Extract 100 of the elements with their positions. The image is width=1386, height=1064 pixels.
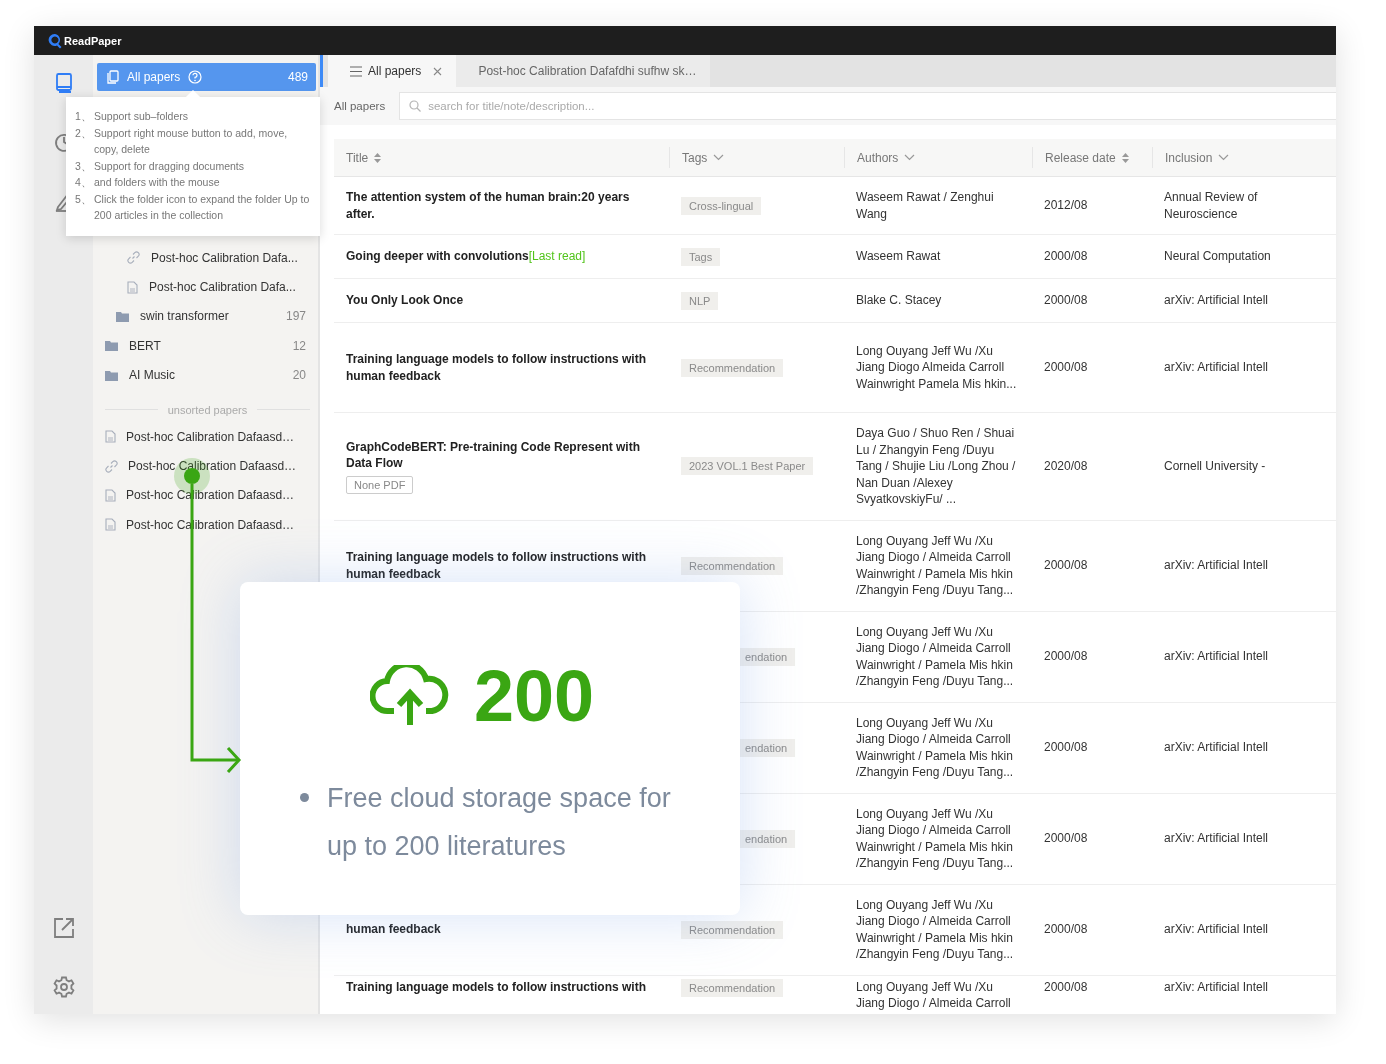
table-cell-text: arXiv: Artificial Intell: [1163, 830, 1270, 848]
table-cell-text: arXiv: Artificial Intell: [1163, 292, 1270, 310]
table-cell-text: 2000/08: [1043, 830, 1089, 848]
column-header[interactable]: Release date: [1032, 147, 1152, 168]
app-name: ReadPaper: [64, 34, 122, 47]
table-cell-text: 2000/08: [1043, 292, 1089, 310]
table-cell-text: Blake C. Stacey: [855, 292, 943, 310]
close-icon[interactable]: [433, 66, 443, 76]
table-cell-text: 2000/08: [1043, 359, 1089, 377]
tag: endation: [737, 829, 796, 848]
tree-item[interactable]: Post-hoc Calibration Dafa...: [119, 243, 314, 273]
document-icon: [105, 430, 116, 444]
table-cell-text: Long Ouyang Jeff Wu /Xu Jiang Diogo / Almeida Carroll Wainwright / Pamela Mis hkin /Zhangyin Feng /Duyu Tang...: [855, 714, 1015, 781]
folder-icon: [105, 369, 118, 381]
menu-icon: [350, 65, 362, 77]
table-cell-text: 2000/08: [1043, 921, 1089, 939]
tag: Recommendation: [681, 358, 784, 377]
column-header[interactable]: Title: [334, 147, 669, 168]
chevron-icon[interactable]: [713, 154, 725, 161]
tag: NLP: [681, 291, 719, 310]
settings-icon[interactable]: [52, 976, 75, 998]
folder-item[interactable]: swin transformer 197: [108, 301, 314, 332]
table-cell-text: 2012/08: [1043, 197, 1089, 215]
paper-title[interactable]: You Only Look Once: [346, 292, 464, 309]
folder-icon: [116, 310, 129, 322]
chevron-icon[interactable]: [904, 154, 916, 161]
paper-title[interactable]: human feedback: [346, 921, 441, 938]
table-cell-text: arXiv: Artificial Intell: [1163, 557, 1270, 575]
paper-title[interactable]: The attention system of the human brain:20 years after.: [346, 189, 657, 222]
logo-icon: [48, 32, 62, 49]
table-cell-text: Waseem Rawat / Zenghui Wang: [855, 189, 995, 223]
column-header[interactable]: Inclusion: [1152, 147, 1336, 168]
tooltip-line: 4、 and folders with the mouse: [75, 175, 221, 190]
tree-item[interactable]: Post-hoc Calibration Dafa...: [119, 272, 314, 302]
tab[interactable]: All papers: [328, 55, 457, 87]
folder-item[interactable]: AI Music 20: [97, 360, 314, 390]
table-cell-text: Long Ouyang Jeff Wu /Xu Jiang Diogo / Almeida Carroll Wainwright / Pamela Mis hkin /Zhangyin Feng /Duyu Tang...: [855, 623, 1015, 690]
tooltip-line: 1、 Support sub–folders: [75, 109, 189, 124]
folder-icon: [105, 340, 118, 352]
table-cell-text: Long Ouyang Jeff Wu /Xu Jiang Diogo / Almeida Carroll Wainwright / Pamela Mis hkin /Zhangyin Feng /Duyu Tang...: [855, 805, 1015, 872]
tag: endation: [737, 647, 796, 666]
tag: 2023 VOL.1 Best Paper: [681, 457, 814, 476]
help-icon[interactable]: [188, 70, 203, 84]
export-icon[interactable]: [52, 917, 75, 939]
bullet-icon: [300, 793, 309, 802]
document-icon: [105, 518, 116, 532]
table-cell-text: 2000/08: [1043, 648, 1089, 666]
table-cell-text: arXiv: Artificial Intell: [1163, 359, 1270, 377]
paper-title[interactable]: Training language models to follow instructions with: [346, 978, 646, 995]
table-cell-text: arXiv: Artificial Intell: [1163, 921, 1270, 939]
link-icon: [127, 251, 140, 265]
table-cell-text: arXiv: Artificial Intell: [1163, 648, 1270, 666]
sort-icon[interactable]: [1121, 152, 1129, 163]
tooltip-line: 2、 Support right mouse button to add, move, copy, delete: [75, 125, 289, 157]
section-label: unsorted papers: [167, 403, 248, 416]
breadcrumb: All papers: [334, 100, 386, 112]
tag: Recommendation: [681, 978, 784, 997]
paper-title[interactable]: Training language models to follow instructions with human feedback: [346, 351, 657, 384]
table-cell-text: 2000/08: [1043, 978, 1089, 996]
tooltip-line: 3、 Support for dragging documents: [75, 158, 245, 174]
folder-item[interactable]: BERT 12: [97, 331, 314, 361]
table-cell-text: Neural Computation: [1163, 248, 1272, 266]
table-cell-text: Cornell University -: [1163, 458, 1267, 475]
tag: Tags: [681, 247, 721, 266]
promo-text: Free cloud storage space for up to 200 literatures: [327, 782, 672, 863]
link-icon: [105, 459, 118, 473]
chevron-icon[interactable]: [1218, 154, 1230, 161]
paper-title[interactable]: Going deeper with convolutions[Last read]: [346, 248, 586, 265]
table-cell-text: Long Ouyang Jeff Wu /Xu Jiang Diogo Almeida Carroll Wainwright Pamela Mis hkin...: [855, 342, 1018, 393]
tag: endation: [737, 738, 796, 757]
tab[interactable]: Post-hoc Calibration Dafafdhi sufhw sk…: [456, 55, 711, 87]
search-field[interactable]: search for title/note/description...: [399, 92, 1336, 120]
table-cell-text: arXiv: Artificial Intell: [1163, 739, 1270, 757]
cloud-upload-icon: [370, 665, 450, 727]
table-cell-text: arXiv: Artificial Intell: [1163, 978, 1270, 996]
paper-title[interactable]: GraphCodeBERT: Pre-training Code Represent with Data Flow: [346, 438, 657, 472]
table-cell-text: Daya Guo / Shuo Ren / Shuai Lu / Zhangyin Feng /Duyu Tang / Shujie Liu /Long Zhou / Nan Duan /Alexey SvyatkovskiyFu/ ...: [855, 425, 1017, 508]
table-cell-text: 2020/08: [1043, 458, 1089, 475]
table-cell-text: Long Ouyang Jeff Wu /Xu Jiang Diogo / Almeida Carroll Wainwright / Pamela Mis hkin /Zhangyin Feng /Duyu Tang...: [855, 896, 1015, 963]
tooltip-line: 5、 Click the folder icon to expand the folder Up to 200 articles in the collection: [75, 191, 311, 223]
table-cell-text: Waseem Rawat: [855, 248, 942, 266]
table-cell-text: 2000/08: [1043, 557, 1089, 575]
paper-item[interactable]: Post-hoc Calibration Dafaasd…: [97, 421, 314, 452]
paper-item[interactable]: Post-hoc Calibration Dafaasd…: [97, 451, 314, 481]
table-cell-text: Long Ouyang Jeff Wu /Xu Jiang Diogo / Almeida Carroll Wainwright / Pamela Mis hkin /Zhangyin Feng /Duyu Tang...: [855, 532, 1015, 599]
paper-title[interactable]: Training language models to follow instructions with human feedback: [346, 549, 657, 582]
search-icon: [409, 100, 422, 112]
sort-icon[interactable]: [374, 152, 382, 163]
table-cell-text: 2000/08: [1043, 248, 1089, 266]
tag: Recommendation: [681, 920, 784, 939]
tag: Recommendation: [681, 556, 784, 575]
table-cell-text: Long Ouyang Jeff Wu /Xu Jiang Diogo / Almeida Carroll: [855, 978, 1012, 1012]
document-icon: [105, 488, 116, 502]
column-header[interactable]: Tags: [669, 147, 844, 168]
promo-number: 200: [474, 660, 595, 732]
table-cell-text: Annual Review of Neuroscience: [1163, 189, 1259, 223]
copy-icon: [107, 70, 119, 84]
column-header[interactable]: Authors: [844, 147, 1032, 168]
table-cell-text: 2000/08: [1043, 739, 1089, 757]
tag: Cross-lingual: [681, 196, 762, 215]
